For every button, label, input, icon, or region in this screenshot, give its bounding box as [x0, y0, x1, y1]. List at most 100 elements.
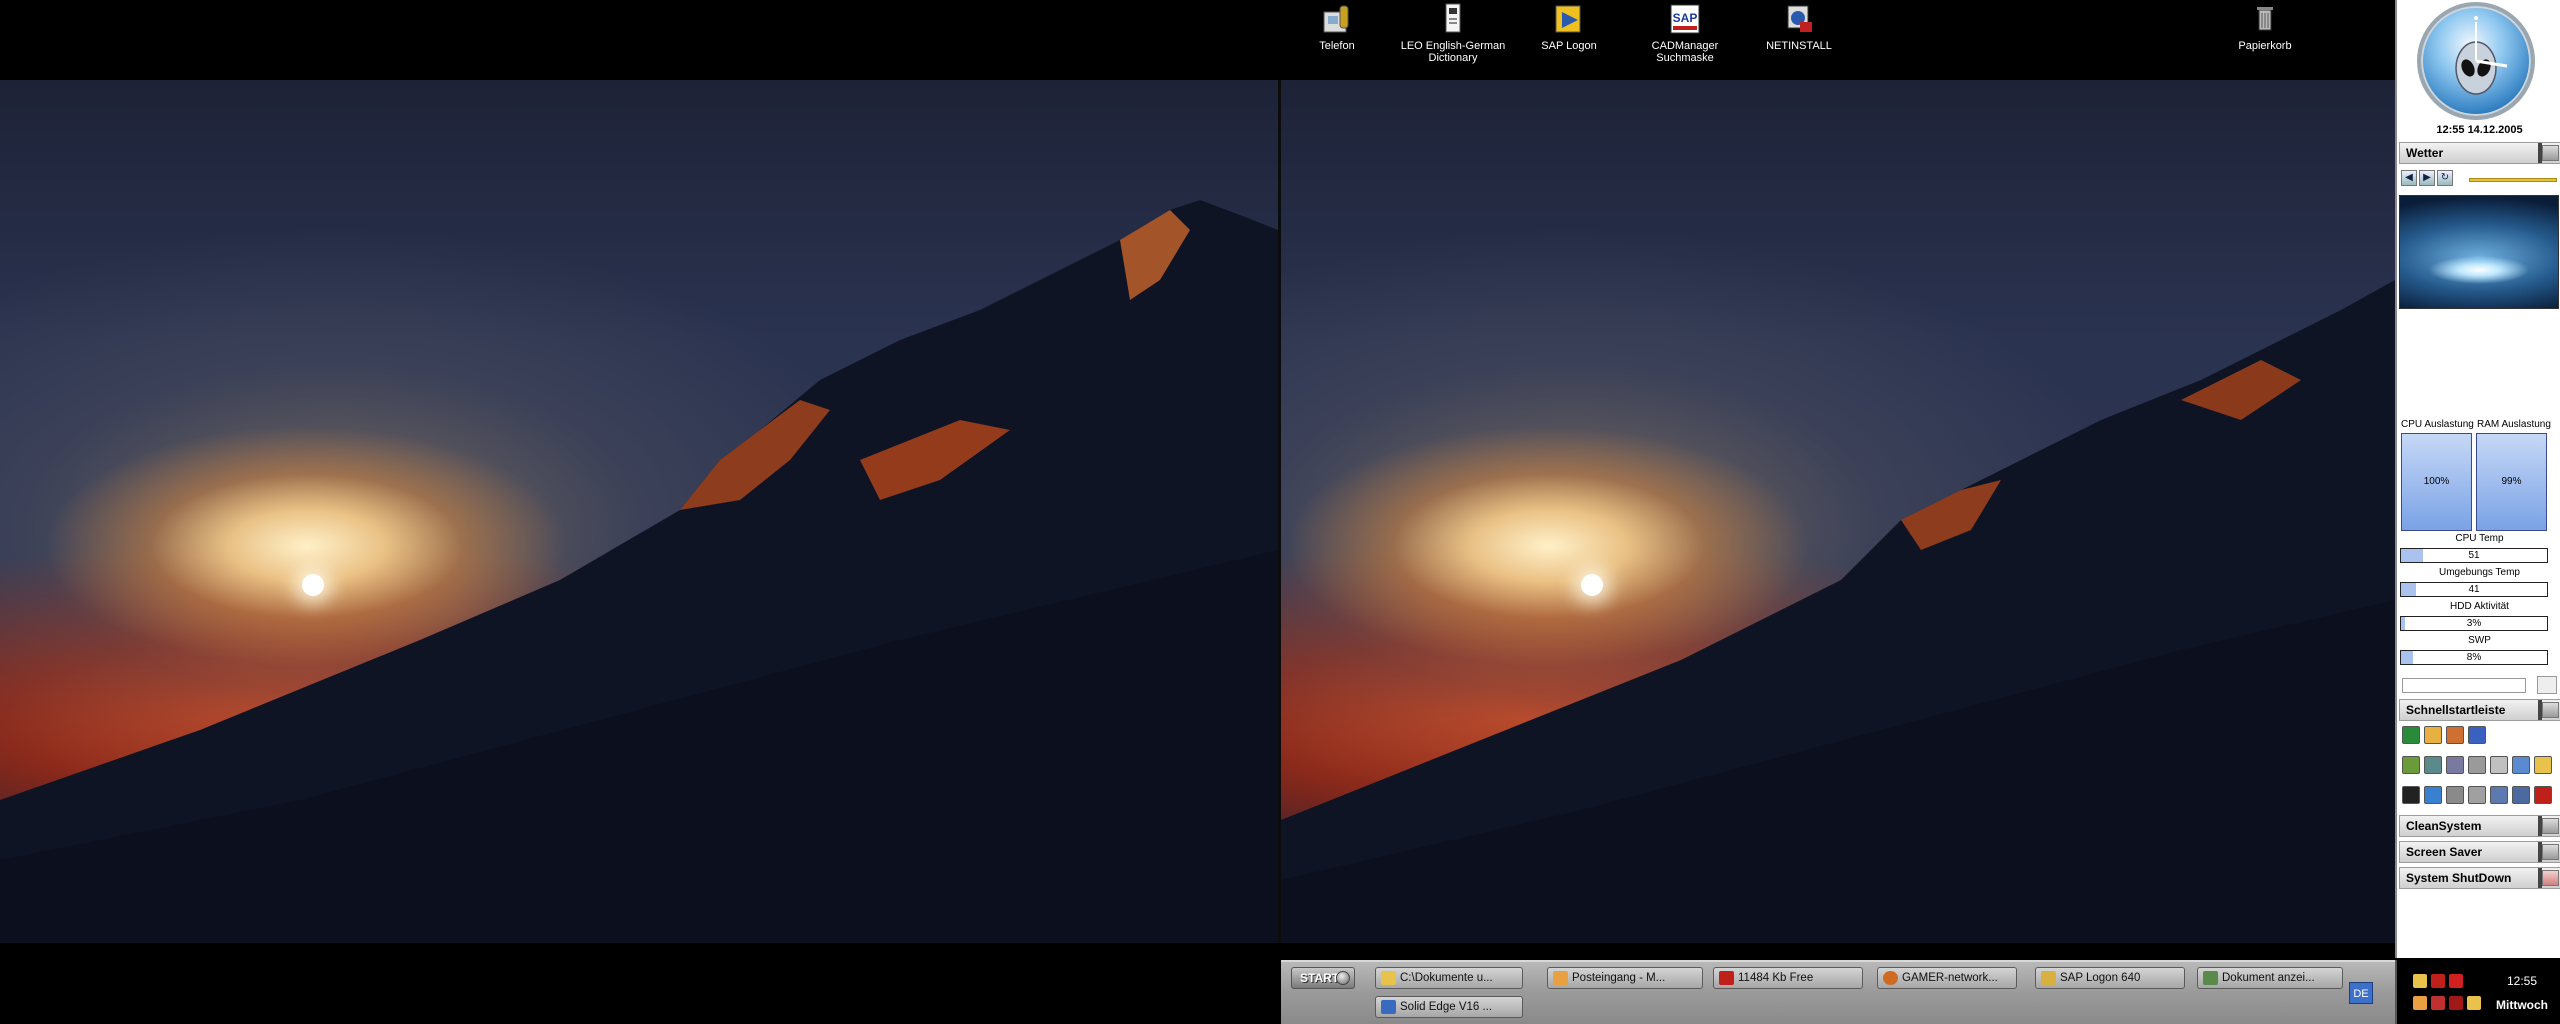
ram-usage-label: RAM Auslastung — [2477, 419, 2551, 430]
sidebar-datetime: 12:55 14.12.2005 — [2436, 124, 2523, 136]
hdd-activity-fill — [2401, 617, 2406, 630]
document-viewer-icon — [2203, 971, 2218, 985]
cpu-usage-label: CPU Auslastung — [2401, 419, 2474, 430]
ram-booster-icon — [1719, 971, 1734, 985]
swap-fill — [2401, 651, 2413, 664]
pen-tray-icon[interactable] — [2467, 996, 2481, 1010]
taskbar-button-outlook[interactable]: Posteingang - M... — [1547, 967, 1703, 989]
weather-refresh-button[interactable]: ↻ — [2437, 170, 2453, 186]
globe-icon[interactable] — [2424, 786, 2442, 804]
weather-panel-header[interactable]: Wetter — [2399, 142, 2560, 164]
screensaver-button[interactable] — [2542, 844, 2559, 860]
display-app-icon[interactable] — [2512, 786, 2530, 804]
taskbar-button-explorer[interactable]: C:\Dokumente u... — [1375, 967, 1523, 989]
cleansystem-button[interactable] — [2542, 818, 2559, 834]
tools-icon[interactable] — [2468, 786, 2486, 804]
weather-progress-bar — [2469, 178, 2557, 182]
desktop-icon-netinstall[interactable]: NETINSTALL — [1744, 2, 1854, 52]
desktop-icon-sap-logon[interactable]: SAP Logon — [1514, 2, 1624, 52]
desktop-icon-cadmanager[interactable]: SAP CADManager Suchmaske — [1630, 2, 1740, 64]
folder-icon — [1381, 971, 1396, 985]
start-button[interactable]: START — [1291, 967, 1355, 989]
sidebar-search-button[interactable] — [2537, 676, 2557, 694]
cpu-temp-label: CPU Temp — [2455, 533, 2504, 544]
quicklaunch-panel-header[interactable]: Schnellstartleiste — [2399, 699, 2560, 721]
network-tray-icon[interactable] — [2413, 996, 2427, 1010]
sun — [1581, 574, 1603, 596]
outlook-icon[interactable] — [2424, 726, 2442, 744]
powerpoint-icon[interactable] — [2446, 726, 2464, 744]
cpu-temp-meter: 51 — [2400, 548, 2548, 563]
gear-app-icon[interactable] — [2468, 756, 2486, 774]
netinstall-icon — [1782, 2, 1816, 36]
hdd-activity-meter: 3% — [2400, 616, 2548, 631]
cad-app-icon[interactable] — [2424, 756, 2442, 774]
taskbar-button-firefox[interactable]: GAMER-network... — [1877, 967, 2017, 989]
ram-app-icon[interactable] — [2534, 786, 2552, 804]
telephone-icon — [1320, 2, 1354, 36]
swap-meter: 8% — [2400, 650, 2548, 665]
swap-label: SWP — [2468, 635, 2491, 646]
ati-display-tray-icon[interactable] — [2449, 996, 2463, 1010]
shield-app-icon[interactable] — [2490, 786, 2508, 804]
analog-clock — [2417, 2, 2535, 120]
solid-edge-icon — [1381, 1000, 1396, 1014]
mail-icon — [1553, 971, 1568, 985]
language-indicator[interactable]: DE — [2349, 982, 2373, 1004]
security-tray-icon[interactable] — [2431, 996, 2445, 1010]
taskbar-button-ram[interactable]: 11484 Kb Free — [1713, 967, 1863, 989]
cpu-temp-fill — [2401, 549, 2423, 562]
ambient-temp-fill — [2401, 583, 2416, 596]
sap-logon-icon — [1552, 2, 1586, 36]
ambient-temp-label: Umgebungs Temp — [2439, 567, 2520, 578]
screensaver-header[interactable]: Screen Saver — [2399, 841, 2560, 863]
wallpaper-right — [1281, 80, 2395, 943]
shutdown-button[interactable] — [2542, 870, 2559, 886]
alien-clock-icon — [2455, 16, 2508, 95]
desktop-icon-papierkorb[interactable]: Papierkorb — [2210, 2, 2320, 52]
calculator-icon[interactable] — [2446, 786, 2464, 804]
dictionary-icon — [1436, 2, 1470, 36]
ram-usage-gauge: 99% — [2476, 433, 2547, 531]
taskbar-button-solid-edge[interactable]: Solid Edge V16 ... — [1375, 996, 1523, 1018]
taskbar-button-document[interactable]: Dokument anzei... — [2197, 967, 2343, 989]
ambient-temp-meter: 41 — [2400, 582, 2548, 597]
firefox-icon — [1883, 971, 1898, 985]
cube-app-icon[interactable] — [2402, 756, 2420, 774]
network-app-icon[interactable] — [2446, 756, 2464, 774]
mountain-silhouette — [1281, 280, 2395, 943]
weather-back-button[interactable]: ◀ — [2401, 170, 2417, 186]
hdd-activity-label: HDD Aktivität — [2450, 601, 2509, 612]
cadmanager-icon: SAP — [1668, 2, 1702, 36]
start-orb-icon — [1336, 971, 1350, 985]
word-icon[interactable] — [2468, 726, 2486, 744]
printer-icon[interactable] — [2490, 756, 2508, 774]
folder-app-icon[interactable] — [2534, 756, 2552, 774]
folder-tray-icon[interactable] — [2413, 974, 2427, 988]
wallpaper-left — [0, 80, 1278, 943]
ram-tray-icon[interactable] — [2431, 974, 2445, 988]
mountain-silhouette — [0, 200, 1278, 943]
weather-image — [2399, 195, 2559, 309]
weather-forward-button[interactable]: ▶ — [2419, 170, 2435, 186]
cleansystem-header[interactable]: CleanSystem — [2399, 815, 2560, 837]
sidebar: 12:55 14.12.2005 Wetter ◀ ▶ ↻ CPU Auslas… — [2395, 0, 2560, 958]
weather-toggle-button[interactable] — [2542, 145, 2559, 161]
desktop: Telefon LEO English-German Dictionary SA… — [0, 0, 2560, 1024]
desktop-icon-telefon[interactable]: Telefon — [1282, 2, 1392, 52]
command-prompt-icon[interactable] — [2402, 786, 2420, 804]
cpu-usage-gauge: 100% — [2401, 433, 2472, 531]
sun — [302, 574, 324, 596]
shutdown-header[interactable]: System ShutDown — [2399, 867, 2560, 889]
recycle-bin-icon — [2248, 2, 2282, 36]
desktop-icon-leo-dictionary[interactable]: LEO English-German Dictionary — [1398, 2, 1508, 64]
taskbar-button-sap[interactable]: SAP Logon 640 — [2035, 967, 2185, 989]
sap-logon-icon — [2041, 971, 2056, 985]
excel-icon[interactable] — [2402, 726, 2420, 744]
tray-clock-day: Mittwoch — [2496, 998, 2548, 1012]
ati-tray-icon[interactable] — [2449, 974, 2463, 988]
tray-clock-time[interactable]: 12:55 — [2485, 974, 2559, 988]
window-app-icon[interactable] — [2512, 756, 2530, 774]
sidebar-search-input[interactable] — [2402, 678, 2526, 693]
quicklaunch-toggle-button[interactable] — [2542, 702, 2559, 718]
